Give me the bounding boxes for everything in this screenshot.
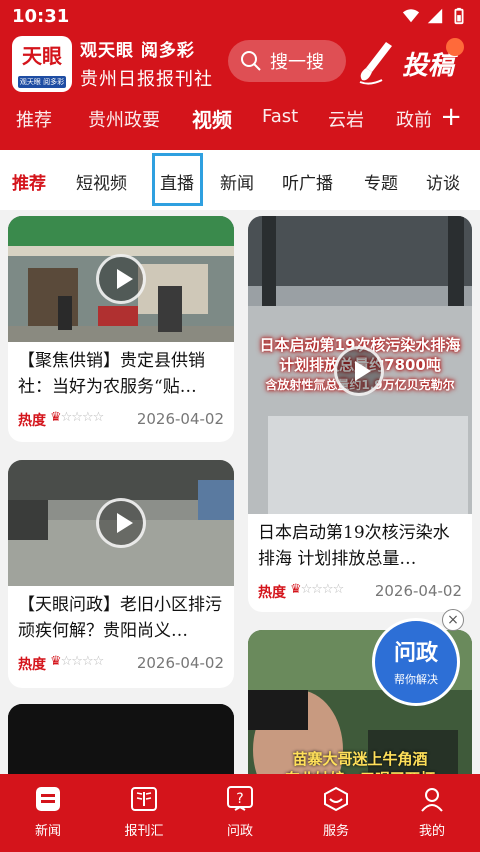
brand-row: 天眼 观天眼 阅多彩 观天眼 阅多彩 贵州日报报刊社 搜一搜 投稿 — [0, 34, 480, 94]
play-icon[interactable] — [334, 346, 384, 396]
nav-mine[interactable]: 我的 — [397, 784, 467, 839]
subtab-topics[interactable]: 专题 — [364, 169, 398, 194]
app-header: 10:31 天眼 观天眼 阅多彩 观天眼 阅多彩 贵州日报报刊社 搜一搜 投稿 … — [0, 0, 480, 150]
wenzheng-subtitle: 帮你解决 — [394, 673, 438, 686]
tab-yunyan[interactable]: 云岩 — [328, 106, 364, 132]
status-time: 10:31 — [12, 6, 70, 27]
book-icon — [131, 787, 157, 811]
add-channel-icon[interactable]: + — [440, 102, 462, 132]
nav-wenzheng-label: 问政 — [226, 824, 253, 839]
brand-slogan: 观天眼 阅多彩 — [80, 41, 195, 61]
video-date: 2026-04-02 — [374, 582, 462, 600]
battery-icon — [454, 7, 464, 25]
video-date: 2026-04-02 — [136, 410, 224, 428]
nav-wenzheng[interactable]: ? 问政 — [205, 784, 275, 839]
channel-tabs: 推荐 贵州政要 视频 Fast 云岩 政前 + — [0, 100, 480, 142]
nav-services[interactable]: 服务 — [301, 784, 371, 839]
svg-text:?: ? — [236, 791, 243, 807]
close-icon[interactable]: × — [442, 609, 464, 631]
signal-icon — [427, 8, 443, 24]
search-icon — [241, 51, 261, 71]
subtab-tuijian[interactable]: 推荐 — [12, 169, 46, 194]
play-icon[interactable] — [96, 254, 146, 304]
subtab-radio[interactable]: 听广播 — [282, 169, 333, 194]
subtab-highlight-box — [152, 153, 203, 206]
video-meta: 热度 ♛☆☆☆☆ 2026-04-02 — [258, 582, 462, 602]
search-placeholder: 搜一搜 — [270, 52, 324, 73]
video-meta: 热度 ♛☆☆☆☆ 2026-04-02 — [18, 410, 224, 430]
video-title: 【天眼问政】老旧小区排污顽疾何解？贵阳尚义… — [18, 595, 222, 641]
heat-stars-icon: ♛☆☆☆☆ — [50, 654, 104, 669]
heat-stars-icon: ♛☆☆☆☆ — [290, 582, 344, 597]
sub-tabs: 推荐 短视频 直播 新闻 听广播 专题 访谈 — [0, 150, 480, 210]
video-thumbnail: 日本启动第19次核污染水排海 计划排放总量约7800吨 含放射性氚总量约1.9万… — [248, 216, 472, 514]
tab-guizhou-zhengyao[interactable]: 贵州政要 — [88, 106, 160, 132]
brush-icon — [359, 42, 392, 85]
logo-subtext: 观天眼 阅多彩 — [18, 76, 66, 88]
video-date: 2026-04-02 — [136, 654, 224, 672]
wenzheng-title: 问政 — [393, 641, 438, 666]
bottom-navigation: 新闻 报刊汇 ? 问政 服务 我的 — [0, 774, 480, 852]
service-icon — [324, 786, 348, 812]
video-thumbnail — [8, 460, 234, 586]
tab-zhengqian[interactable]: 政前 — [396, 106, 432, 132]
status-bar: 10:31 — [0, 0, 480, 32]
video-card[interactable]: 日本启动第19次核污染水排海 计划排放总量约7800吨 含放射性氚总量约1.9万… — [248, 216, 472, 612]
nav-newspapers-label: 报刊汇 — [124, 824, 164, 839]
subtab-news[interactable]: 新闻 — [220, 169, 254, 194]
play-icon[interactable] — [96, 498, 146, 548]
video-card[interactable]: 【聚焦供销】贵定县供销社：当好为农服务“贴… 热度 ♛☆☆☆☆ 2026-04-… — [8, 216, 234, 442]
logo-text: 天眼 — [22, 44, 62, 68]
video-thumbnail — [8, 216, 234, 342]
nav-news[interactable]: 新闻 — [13, 784, 83, 839]
video-meta: 热度 ♛☆☆☆☆ 2026-04-02 — [18, 654, 224, 674]
news-icon — [36, 787, 60, 811]
heat-label: 热度 — [18, 657, 46, 673]
user-icon — [421, 788, 443, 812]
video-title: 【聚焦供销】贵定县供销社：当好为农服务“贴… — [18, 351, 205, 397]
video-card[interactable]: 【天眼问政】老旧小区排污顽疾何解？贵阳尚义… 热度 ♛☆☆☆☆ 2026-04-… — [8, 460, 234, 688]
nav-news-label: 新闻 — [34, 824, 61, 839]
brand-publisher: 贵州日报报刊社 — [80, 69, 213, 90]
notification-dot — [446, 38, 464, 56]
nav-mine-label: 我的 — [418, 824, 445, 839]
nav-newspapers[interactable]: 报刊汇 — [109, 784, 179, 839]
heat-stars-icon: ♛☆☆☆☆ — [50, 410, 104, 425]
heat-label: 热度 — [18, 413, 46, 429]
brand-text: 观天眼 阅多彩 贵州日报报刊社 — [80, 36, 220, 91]
video-overlay-headline: 苗寨大哥迷上牛角酒 — [292, 750, 428, 768]
heat-label: 热度 — [258, 585, 286, 601]
app-logo[interactable]: 天眼 观天眼 阅多彩 — [12, 36, 72, 92]
question-icon: ? — [227, 786, 253, 811]
subtab-short-video[interactable]: 短视频 — [76, 169, 127, 194]
tab-fast[interactable]: Fast — [262, 106, 298, 127]
system-icons — [402, 7, 468, 25]
search-button[interactable]: 搜一搜 — [228, 40, 346, 82]
nav-services-label: 服务 — [322, 824, 349, 839]
tougao-button[interactable]: 投稿 — [356, 38, 472, 88]
video-title: 日本启动第19次核污染水排海 计划排放总量… — [258, 523, 450, 569]
subtab-interviews[interactable]: 访谈 — [426, 169, 460, 194]
wifi-icon — [402, 9, 420, 23]
tab-video[interactable]: 视频 — [192, 104, 232, 133]
wenzheng-floating-button[interactable]: 问政 帮你解决 — [372, 618, 460, 706]
tab-tuijian[interactable]: 推荐 — [16, 106, 52, 132]
